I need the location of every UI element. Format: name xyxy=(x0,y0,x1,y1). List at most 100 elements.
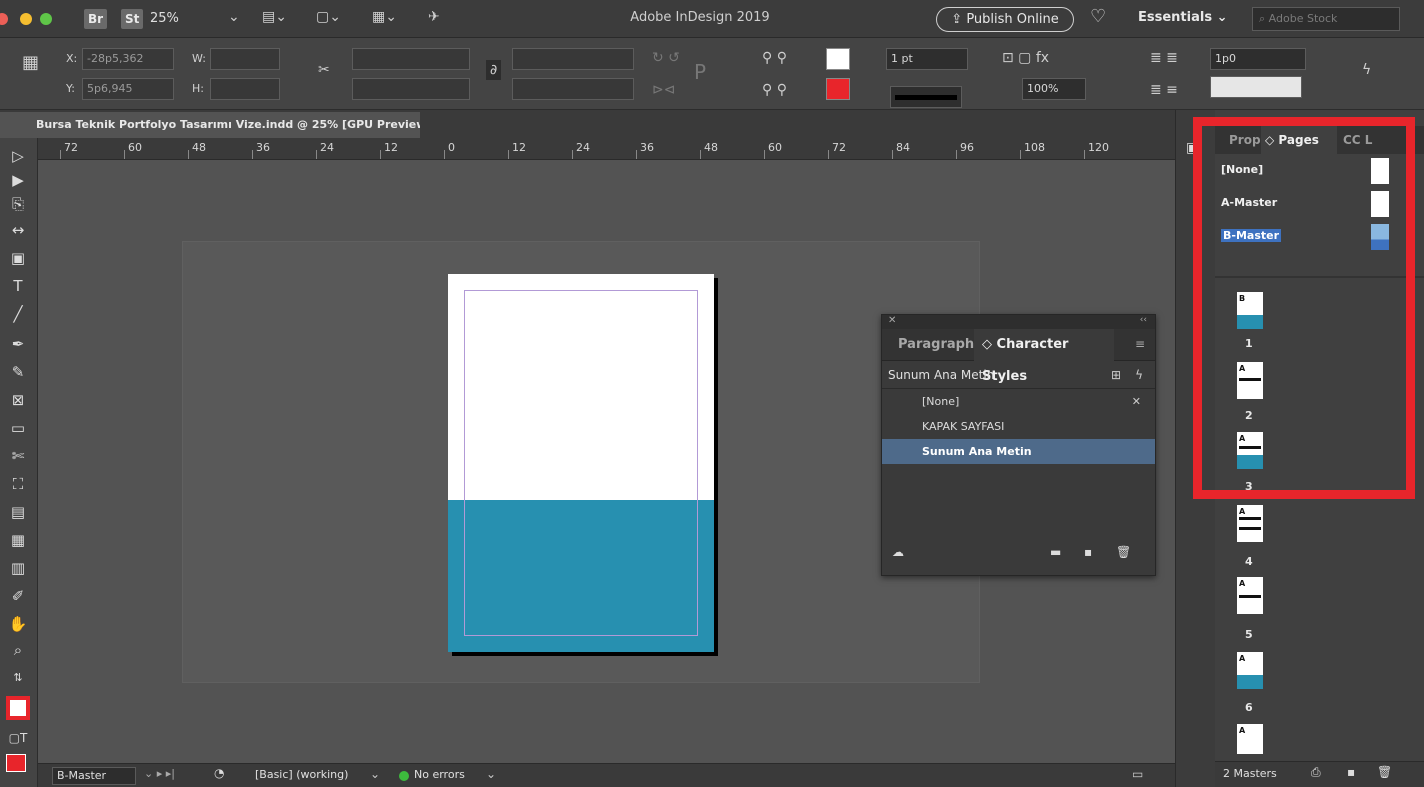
swap-fill-stroke-icon[interactable]: ⇅ xyxy=(4,666,32,690)
errors-dropdown-icon[interactable]: ⌄ xyxy=(486,767,496,781)
preflight-profile[interactable]: [Basic] (working) xyxy=(255,768,348,781)
fill-swatch[interactable] xyxy=(826,48,850,70)
direct-selection-tool-icon[interactable]: ▶ xyxy=(4,168,32,192)
shear-field[interactable] xyxy=(512,78,634,100)
scale-x-field[interactable] xyxy=(352,48,470,70)
stock-button[interactable]: St xyxy=(121,9,144,29)
align-icons[interactable]: ≣ ≡ xyxy=(1150,82,1178,98)
pen-tool-icon[interactable]: ✒ xyxy=(4,332,32,356)
stroke-style-select[interactable] xyxy=(1210,76,1302,98)
page-thumbnail-4[interactable]: A xyxy=(1237,505,1263,542)
scale-y-field[interactable] xyxy=(352,78,470,100)
page-thumbnail-2[interactable]: A xyxy=(1237,362,1263,399)
dock-icon[interactable]: ▣ xyxy=(1186,140,1199,156)
pencil-tool-icon[interactable]: ✎ xyxy=(4,360,32,384)
text-wrap-icons[interactable]: ≣ ≣ xyxy=(1150,50,1178,66)
stock-search-input[interactable]: ⌕ Adobe Stock xyxy=(1252,7,1400,31)
formatting-affects-icon[interactable]: ▢T xyxy=(4,726,32,750)
close-window-button[interactable] xyxy=(0,13,8,25)
publish-online-button[interactable]: ⇪ Publish Online xyxy=(936,7,1074,32)
note-tool-icon[interactable]: ▥ xyxy=(4,556,32,580)
content-collector-icon[interactable]: ▣ xyxy=(4,246,32,270)
x-position-field[interactable]: -28p5,362 xyxy=(82,48,174,70)
publish-rocket-icon[interactable]: ✈ xyxy=(428,9,440,25)
select-container-icon[interactable]: ⚲ ⚲ xyxy=(762,50,787,66)
panel-divider[interactable] xyxy=(1215,276,1424,278)
page-tool-icon[interactable]: ⎘ xyxy=(4,192,32,216)
zoom-tool-icon[interactable]: ⌕ xyxy=(4,638,32,662)
page-thumbnail-7[interactable]: A xyxy=(1237,724,1263,754)
horizontal-ruler[interactable]: 72 60 48 36 24 12 0 12 24 36 48 60 72 84 96 108 120 xyxy=(38,138,1175,160)
arrange-documents-icon[interactable]: ▦⌄ xyxy=(372,9,397,25)
new-style-icon[interactable]: ▪ xyxy=(1084,545,1092,559)
select-content-icon[interactable]: ⚲ ⚲ xyxy=(762,82,787,98)
maximize-window-button[interactable] xyxy=(40,13,52,25)
panel-header[interactable]: ✕ ‹‹ xyxy=(882,315,1155,329)
edit-page-size-icon[interactable]: ⎙ xyxy=(1311,765,1321,780)
tab-pages[interactable]: ◇ Pages xyxy=(1261,126,1337,154)
document-page[interactable] xyxy=(448,274,714,652)
document-tab[interactable]: Bursa Teknik Portfolyo Tasarımı Vize.ind… xyxy=(0,112,420,138)
stroke-swatch[interactable] xyxy=(826,78,850,100)
flip-icons[interactable]: ⊳⊲ xyxy=(652,82,675,98)
screen-mode-tool-icon[interactable] xyxy=(6,754,26,772)
bridge-button[interactable]: Br xyxy=(84,9,108,29)
page-thumbnail-1[interactable]: B xyxy=(1237,292,1263,329)
frame-fitting-icon[interactable]: ⊡ ▢ fx xyxy=(1002,50,1049,66)
gap-tool-icon[interactable]: ↔ xyxy=(4,218,32,242)
selection-tool-icon[interactable]: ▷ xyxy=(4,144,32,168)
quick-apply-icon[interactable]: ϟ xyxy=(1362,62,1371,78)
gradient-swatch-tool-icon[interactable]: ▤ xyxy=(4,500,32,524)
eyedropper-tool-icon[interactable]: ✐ xyxy=(4,584,32,608)
rotate-icons[interactable]: ↻ ↺ xyxy=(652,50,680,66)
constrain-proportions-icon[interactable]: ✂ xyxy=(318,62,330,78)
new-page-icon[interactable]: ▪ xyxy=(1347,765,1355,779)
master-a[interactable]: A-Master xyxy=(1215,191,1395,217)
stroke-weight-field[interactable]: 1 pt xyxy=(886,48,968,70)
new-style-group-icon[interactable]: ⊞ xyxy=(1111,361,1121,389)
y-position-field[interactable]: 5p6,945 xyxy=(82,78,174,100)
tab-character-styles[interactable]: ◇ Character Styles xyxy=(974,329,1114,384)
new-group-icon[interactable]: ▬ xyxy=(1050,545,1061,559)
quick-apply-icon[interactable]: ϟ xyxy=(1135,361,1143,389)
master-b[interactable]: B-Master xyxy=(1215,224,1395,250)
link-icon[interactable]: ∂ xyxy=(486,60,502,80)
gradient-feather-tool-icon[interactable]: ▦ xyxy=(4,528,32,552)
line-tool-icon[interactable]: ╱ xyxy=(4,302,32,326)
hand-tool-icon[interactable]: ✋ xyxy=(4,612,32,636)
close-panel-icon[interactable]: ✕ xyxy=(888,315,896,326)
rectangle-tool-icon[interactable]: ▭ xyxy=(4,416,32,440)
style-item-sunum-ana-metin[interactable]: Sunum Ana Metin xyxy=(882,439,1155,464)
page-master-select[interactable]: B-Master xyxy=(52,767,136,785)
page-thumbnail-5[interactable]: A xyxy=(1237,577,1263,614)
tab-properties[interactable]: Prop xyxy=(1229,126,1261,154)
width-field[interactable] xyxy=(210,48,280,70)
workspace-switcher[interactable]: Essentials ⌄ xyxy=(1138,10,1228,25)
rectangle-frame-tool-icon[interactable]: ⊠ xyxy=(4,388,32,412)
reference-point-icon[interactable]: ▦ xyxy=(22,52,39,73)
height-field[interactable] xyxy=(210,78,280,100)
style-item-none[interactable]: [None] ✕ xyxy=(882,389,1155,414)
cloud-library-icon[interactable]: ☁ xyxy=(892,545,904,559)
type-tool-icon[interactable]: T xyxy=(4,274,32,298)
preflight-dropdown-icon[interactable]: ⌄ xyxy=(370,767,380,781)
panel-menu-icon[interactable]: ≡ xyxy=(1135,337,1145,351)
style-item-kapak-sayfasi[interactable]: KAPAK SAYFASI xyxy=(882,414,1155,439)
page-thumbnail-6[interactable]: A xyxy=(1237,652,1263,689)
master-none[interactable]: [None] xyxy=(1215,158,1395,184)
preflight-icon[interactable]: ◔ xyxy=(214,766,224,780)
opacity-field[interactable]: 100% xyxy=(1022,78,1086,100)
open-document-icon[interactable]: ▭ xyxy=(1132,767,1143,781)
lightbulb-icon[interactable]: ♡ xyxy=(1090,6,1106,27)
spacing-field[interactable]: 1p0 xyxy=(1210,48,1306,70)
collapse-panel-icon[interactable]: ‹‹ xyxy=(1140,315,1147,325)
screen-mode-icon[interactable]: ▢⌄ xyxy=(316,9,341,25)
page-thumbnail-3[interactable]: A xyxy=(1237,432,1263,469)
view-options-icon[interactable]: ▤⌄ xyxy=(262,9,287,25)
stroke-type-select[interactable] xyxy=(890,86,962,108)
scissors-tool-icon[interactable]: ✄ xyxy=(4,444,32,468)
delete-page-icon[interactable]: 🗑 xyxy=(1377,765,1392,779)
zoom-dropdown-icon[interactable]: ⌄ xyxy=(228,9,240,25)
minimize-window-button[interactable] xyxy=(20,13,32,25)
delete-style-icon[interactable]: 🗑 xyxy=(1116,545,1131,559)
